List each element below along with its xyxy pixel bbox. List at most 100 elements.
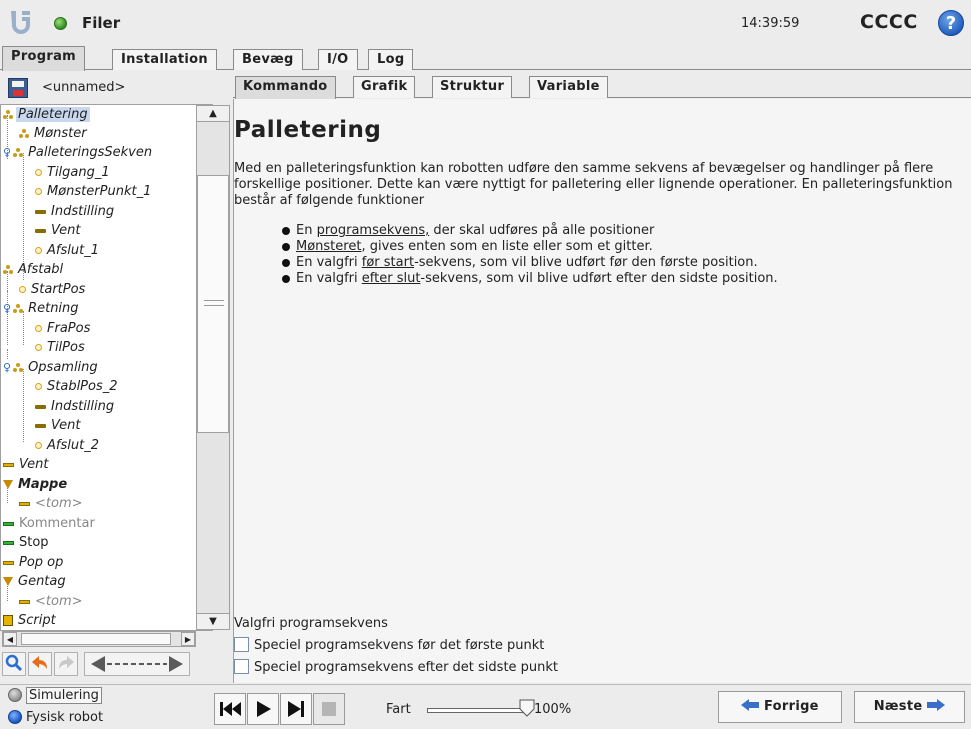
group-icon <box>3 110 13 119</box>
program-sequence-link[interactable]: programsekvens, <box>317 223 430 238</box>
tree-item[interactable]: Indstilling <box>35 397 116 416</box>
speed-value: 100% <box>534 702 572 717</box>
tree-item[interactable]: StartPos <box>19 280 87 299</box>
stop-button[interactable] <box>313 693 345 725</box>
tree-item[interactable]: Vent <box>35 221 82 240</box>
previous-button[interactable]: Forrige <box>718 691 842 723</box>
tree-item[interactable]: MønsterPunkt_1 <box>35 182 153 201</box>
tree-item[interactable]: Vent <box>3 455 50 474</box>
speed-slider-handle[interactable] <box>519 699 535 717</box>
group-icon <box>19 129 29 138</box>
list-item: En valgfri efter slut-sekvens, som vil b… <box>280 271 778 287</box>
program-tree-panel: <unnamed> Palletering Mønster ♀ Palleteri… <box>0 72 231 684</box>
tree-item[interactable]: Palletering <box>3 105 90 124</box>
undo-icon[interactable] <box>28 652 52 676</box>
tree-horizontal-scrollbar[interactable]: ◀ ▶ <box>2 631 196 647</box>
tree-item[interactable]: <tom> <box>19 494 85 513</box>
tree-item[interactable]: FraPos <box>35 319 92 338</box>
redo-icon[interactable] <box>54 652 78 676</box>
save-icon[interactable] <box>8 78 28 98</box>
tree-item[interactable]: Script <box>3 611 58 630</box>
tab-program[interactable]: Program <box>2 46 86 71</box>
move-node-icon[interactable] <box>84 652 190 676</box>
skip-back-button[interactable] <box>214 693 246 725</box>
tree-item[interactable]: StablPos_2 <box>35 377 120 396</box>
real-robot-mode-option[interactable]: Fysisk robot <box>8 708 103 728</box>
step-forward-button[interactable] <box>280 693 312 725</box>
tree-item[interactable]: Indstilling <box>35 202 116 221</box>
speed-slider[interactable] <box>427 708 527 713</box>
expand-icon[interactable]: ♀ <box>3 302 11 315</box>
ur-logo-icon <box>11 11 30 34</box>
main-tab-bar: Program Installation Bevæg I/O Log <box>0 46 971 71</box>
file-row: <unnamed> <box>0 72 231 104</box>
scroll-thumb[interactable] <box>21 633 171 645</box>
before-start-link[interactable]: før start <box>362 255 414 270</box>
empty-icon <box>19 599 30 604</box>
tree-item[interactable]: ♀ PalleteringsSekven <box>3 143 154 162</box>
tree-item[interactable]: Pop op <box>3 553 65 572</box>
tree-vertical-scrollbar[interactable]: ▲ ▼ <box>196 105 230 630</box>
tab-structure[interactable]: Struktur <box>432 76 513 98</box>
search-icon[interactable] <box>2 652 26 676</box>
expand-icon[interactable]: ♀ <box>3 361 11 374</box>
tree-item[interactable]: Afstabl <box>3 260 65 279</box>
simulation-radio-icon[interactable] <box>8 687 22 702</box>
arrow-right-icon <box>927 699 946 711</box>
arrow-left-icon <box>741 699 760 711</box>
scroll-up-icon[interactable]: ▲ <box>196 105 230 122</box>
group-icon <box>13 304 23 313</box>
before-first-point-checkbox[interactable] <box>234 637 249 652</box>
tab-log[interactable]: Log <box>368 49 414 70</box>
pattern-link[interactable]: Mønsteret <box>296 239 361 254</box>
scroll-thumb[interactable] <box>197 175 229 433</box>
robot-name: CCCC <box>860 11 918 33</box>
description-text: Med en palleteringsfunktion kan robotten… <box>234 161 953 208</box>
feature-list: En programsekvens, der skal udføres på a… <box>280 223 778 287</box>
after-last-point-option[interactable]: Speciel programsekvens efter det sidste … <box>234 658 558 678</box>
tree-item[interactable]: Stop <box>3 533 51 552</box>
tab-installation[interactable]: Installation <box>112 49 217 70</box>
playback-controls <box>214 693 378 725</box>
tree-item[interactable]: Gentag <box>3 572 68 591</box>
after-last-point-checkbox[interactable] <box>234 659 249 674</box>
tree-item[interactable]: ♀ Opsamling <box>3 358 100 377</box>
play-button[interactable] <box>247 693 279 725</box>
popup-icon <box>3 560 14 565</box>
scroll-down-icon[interactable]: ▼ <box>196 613 230 630</box>
tree-item[interactable]: Mappe <box>3 475 69 494</box>
program-tree[interactable]: Palletering Mønster ♀ PalleteringsSekven … <box>0 104 213 631</box>
waypoint-icon <box>35 325 42 332</box>
tree-item[interactable]: Mønster <box>19 124 89 143</box>
waypoint-icon <box>35 247 42 254</box>
tree-item[interactable]: TilPos <box>35 338 87 357</box>
stop-icon <box>3 540 14 545</box>
scroll-right-icon[interactable]: ▶ <box>181 632 195 646</box>
tab-variables[interactable]: Variable <box>529 76 608 98</box>
expand-icon[interactable]: ♀ <box>3 146 11 159</box>
waypoint-icon <box>35 442 42 449</box>
help-icon[interactable]: ? <box>938 10 964 36</box>
tab-move[interactable]: Bevæg <box>233 49 303 70</box>
real-robot-radio-icon[interactable] <box>8 709 22 724</box>
simulation-mode-option[interactable]: Simulering <box>8 686 102 706</box>
tree-item[interactable]: Tilgang_1 <box>35 163 112 182</box>
tree-edit-toolbar <box>2 650 196 678</box>
tab-io[interactable]: I/O <box>318 49 358 70</box>
tree-item[interactable]: Afslut_2 <box>35 436 101 455</box>
loop-icon <box>3 577 13 586</box>
tab-graphics[interactable]: Grafik <box>353 76 416 98</box>
next-button[interactable]: Næste <box>854 691 965 723</box>
group-icon <box>13 363 23 372</box>
after-end-link[interactable]: efter slut <box>362 271 421 286</box>
tree-item[interactable]: <tom> <box>19 592 85 611</box>
tree-item[interactable]: Afslut_1 <box>35 241 101 260</box>
app-title[interactable]: Filer <box>82 14 120 32</box>
list-item: En valgfri før start-sekvens, som vil bl… <box>280 255 778 271</box>
tab-command[interactable]: Kommando <box>235 76 336 99</box>
scroll-left-icon[interactable]: ◀ <box>3 632 17 646</box>
tree-item[interactable]: ♀ Retning <box>3 299 81 318</box>
before-first-point-option[interactable]: Speciel programsekvens før det første pu… <box>234 636 544 656</box>
tree-item[interactable]: Vent <box>35 416 82 435</box>
tree-item[interactable]: Kommentar <box>3 514 97 533</box>
